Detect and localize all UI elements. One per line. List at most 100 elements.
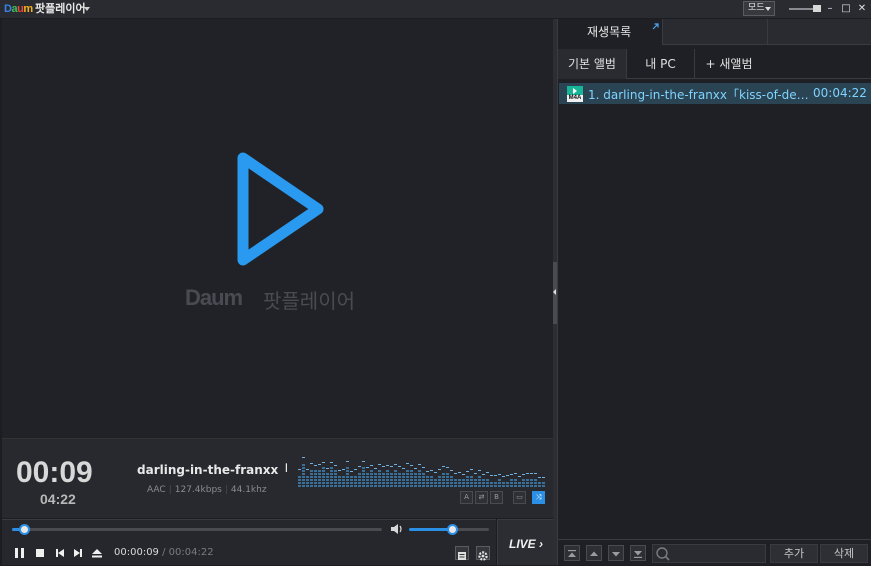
- spectrum-bar: [410, 473, 413, 475]
- screen-button[interactable]: ▭: [513, 491, 526, 504]
- play-icon[interactable]: [233, 148, 328, 270]
- move-up-button[interactable]: [586, 545, 602, 561]
- spectrum-bar: [390, 485, 393, 487]
- eject-icon[interactable]: [91, 547, 103, 559]
- ab-repeat-a-button[interactable]: A: [460, 491, 473, 504]
- tab-playlist[interactable]: 재생목록: [558, 19, 663, 45]
- move-down-button[interactable]: [608, 545, 624, 561]
- opacity-slider-knob[interactable]: [813, 5, 821, 12]
- spectrum-bar: [418, 479, 421, 481]
- seek-knob[interactable]: [18, 524, 30, 535]
- spectrum-bar: [446, 482, 449, 484]
- spectrum-peak: [434, 472, 437, 473]
- tab-new-album[interactable]: + 새앨범: [695, 49, 763, 79]
- volume-icon[interactable]: [390, 523, 404, 535]
- mode-button[interactable]: 모드: [743, 1, 775, 16]
- spectrum-bar: [406, 485, 409, 487]
- seek-bar[interactable]: [12, 528, 382, 531]
- playlist-button[interactable]: [455, 546, 469, 560]
- app-menu-button[interactable]: 팟플레이어: [35, 2, 86, 16]
- spectrum-peak: [482, 474, 485, 475]
- spectrum-bar: [322, 479, 325, 481]
- spectrum-bar: [370, 476, 373, 478]
- playlist-item[interactable]: M4A 1. darling-in-the-franxx「kiss-of-dea…: [559, 83, 871, 104]
- spectrum-peak: [514, 473, 517, 474]
- popout-icon[interactable]: [652, 23, 659, 30]
- tab-my-pc[interactable]: 내 PC: [627, 49, 695, 79]
- spectrum-bar: [346, 476, 349, 478]
- spectrum-peak: [318, 464, 321, 465]
- spectrum-bar: [354, 476, 357, 478]
- video-area[interactable]: Daum 팟플레이어: [2, 19, 553, 438]
- spectrum-bar: [418, 482, 421, 484]
- maximize-button[interactable]: □: [839, 2, 853, 15]
- pause-icon[interactable]: [14, 547, 26, 559]
- next-icon[interactable]: [72, 547, 84, 559]
- spectrum-bar: [470, 479, 473, 481]
- previous-icon[interactable]: [54, 547, 66, 559]
- minimize-button[interactable]: –: [823, 2, 837, 15]
- chevron-down-icon[interactable]: [84, 7, 90, 11]
- spectrum-bar: [398, 482, 401, 484]
- spectrum-bar: [446, 485, 449, 487]
- delete-button[interactable]: 삭제: [820, 544, 868, 563]
- spectrum-bar: [374, 479, 377, 481]
- spectrum-bar: [338, 479, 341, 481]
- spectrum-bar: [470, 485, 473, 487]
- spectrum-bar: [510, 482, 513, 484]
- shuffle-button[interactable]: ⤨: [532, 491, 545, 504]
- spectrum-bar: [386, 476, 389, 478]
- spectrum-peak: [366, 467, 369, 468]
- spectrum-bar: [322, 476, 325, 478]
- time-separator: /: [162, 547, 166, 558]
- stop-icon[interactable]: [34, 547, 46, 559]
- tab-default-album[interactable]: 기본 앨범: [558, 49, 627, 79]
- spectrum-peak: [406, 463, 409, 464]
- search-input[interactable]: [652, 544, 766, 563]
- spectrum-bar: [334, 476, 337, 478]
- spectrum-bar: [330, 476, 333, 478]
- spectrum-bar: [370, 482, 373, 484]
- move-top-button[interactable]: [564, 545, 580, 561]
- spectrum-bar: [402, 476, 405, 478]
- spectrum-bar: [318, 476, 321, 478]
- ab-repeat-b-button[interactable]: B: [490, 491, 503, 504]
- spectrum-bar: [318, 479, 321, 481]
- spectrum-bar: [470, 476, 473, 478]
- spectrum-bar: [346, 470, 349, 472]
- spectrum-bar: [310, 485, 313, 487]
- spectrum-bar: [446, 479, 449, 481]
- spectrum-bar: [330, 473, 333, 475]
- volume-knob[interactable]: [447, 524, 458, 535]
- spectrum-bar: [354, 485, 357, 487]
- spectrum-bar: [366, 479, 369, 481]
- spectrum-bar: [394, 485, 397, 487]
- spectrum-bar: [346, 473, 349, 475]
- spectrum-bar: [302, 473, 305, 475]
- spectrum-bar: [362, 485, 365, 487]
- spectrum-bar: [386, 482, 389, 484]
- spectrum-bar: [486, 482, 489, 484]
- spectrum-bar: [434, 485, 437, 487]
- spectrum-peak: [330, 462, 333, 463]
- move-bottom-button[interactable]: [630, 545, 646, 561]
- close-button[interactable]: ✕: [855, 2, 869, 15]
- spectrum-bar: [418, 470, 421, 472]
- chevron-left-icon[interactable]: [553, 289, 556, 295]
- spectrum-bar: [534, 485, 537, 487]
- spectrum-bar: [414, 485, 417, 487]
- spectrum-bar: [318, 482, 321, 484]
- repeat-button[interactable]: ⇄: [475, 491, 488, 504]
- spectrum-peak: [450, 470, 453, 471]
- spectrum-bar: [390, 482, 393, 484]
- settings-button[interactable]: [476, 546, 490, 561]
- spectrum-bar: [538, 485, 541, 487]
- spectrum-bar: [306, 476, 309, 478]
- add-button[interactable]: 추가: [770, 544, 818, 563]
- spectrum-bar: [390, 479, 393, 481]
- live-button[interactable]: LIVE ›: [497, 519, 553, 565]
- spectrum-bar: [374, 476, 377, 478]
- spectrum-peak: [398, 466, 401, 467]
- spectrum-bar: [466, 479, 469, 481]
- live-label: LIVE: [509, 537, 536, 551]
